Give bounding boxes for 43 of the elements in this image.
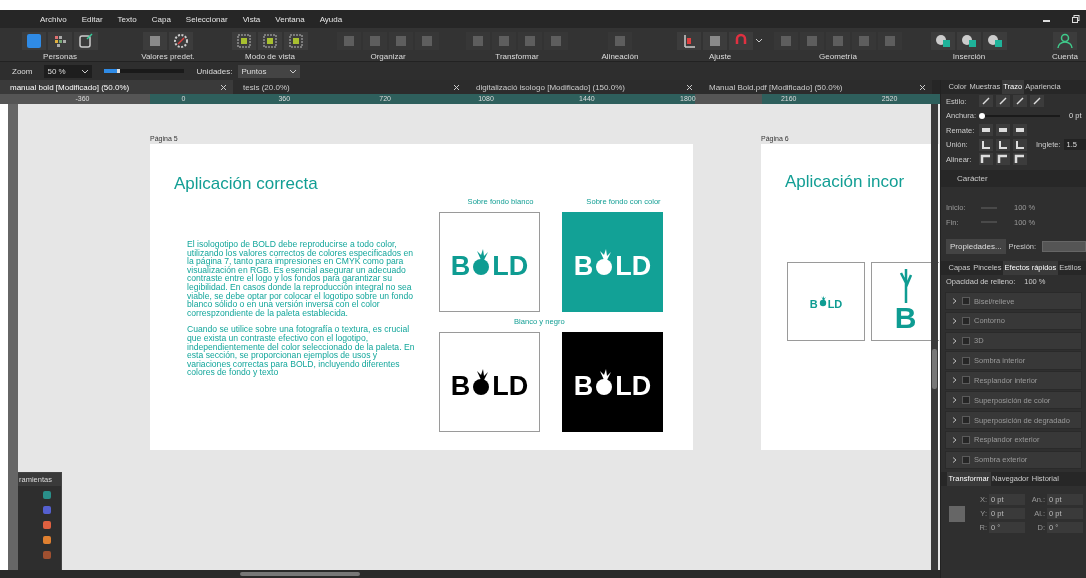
document-tab[interactable]: digitalizació isologo [Modificado] (150.0%) — [466, 80, 699, 94]
body-paragraph: El isologotipo de BOLD debe reproducirse a todo color, utilizando los valores correctos de colores especificados en la página 7, tanto para impresiones en CMYK como para visualización en RGB. Es esencial asegurar un adecuado contraste entre el logo y los fondos para garantizar su legibilidad. En casos donde la reproducción integral no sea viable, se debe optar por colocar el logotipo sobre un fondo blanco sólido o en una versión inversa con el color correspzondiente de la paleta establecida. — [187, 240, 414, 318]
toolbar-group-label: Personas — [43, 52, 77, 61]
toolbar-group-label: Geometría — [819, 52, 857, 61]
menu-item[interactable]: Ayuda — [319, 14, 343, 24]
toolbar-group-label: Ajuste — [708, 52, 732, 61]
menu-item[interactable]: Capa — [151, 14, 171, 24]
zoom-field[interactable]: 50 % — [44, 64, 93, 78]
toolbar-group-label: Modo de vista — [245, 52, 295, 61]
logo-text: LD — [615, 253, 652, 278]
toolbar-group-label: Alineación — [601, 52, 639, 61]
menu-item[interactable]: Archivo — [40, 14, 67, 24]
toolbar-group-label: Cuenta — [1052, 52, 1078, 61]
units-label: Unidades: — [196, 66, 233, 76]
properties-button[interactable]: Propiedades... — [946, 239, 1006, 255]
page-heading: Aplicación incor — [785, 172, 906, 192]
document-tab[interactable]: Manual Bold.pdf [Modificado] (50.0%) — [699, 80, 932, 94]
logo-text: B — [450, 253, 471, 278]
menu-item[interactable]: Vista — [242, 14, 261, 24]
logo-text: B — [809, 299, 818, 309]
logo-text: B — [573, 373, 594, 398]
body-paragraph: Cuando se utilice sobre una fotografía o textura, es crucial que exista un contraste efectivo con el logotipo, independientemente del color seleccionado de la paleta. En esta sección, se proporcionan ejemplos de usos y variaciones correctas para BOLD, incluyendo diferentes colores de fondo y texto — [187, 325, 416, 377]
toolbar-group-label: Valores predet. — [141, 52, 195, 61]
logo-text: LD — [492, 373, 529, 398]
logo-text: B — [450, 373, 471, 398]
document-tab[interactable]: manual bold [Modificado] (50.0%) — [0, 80, 233, 94]
menu-item[interactable]: Seleccionar — [185, 14, 228, 24]
logo-text: B — [894, 303, 917, 333]
logo-text: B — [573, 253, 594, 278]
panel-title: Carácter — [957, 173, 988, 183]
logo-text: LD — [827, 299, 843, 309]
units-dropdown[interactable]: Puntos — [238, 64, 301, 78]
toolbar-group-label: Organizar — [370, 52, 406, 61]
menu-item[interactable]: Texto — [117, 14, 137, 24]
page-heading: Aplicación correcta — [174, 174, 319, 194]
document-tab[interactable]: tesis (20.0%) — [233, 80, 466, 94]
toolbar-group-label: Transformar — [495, 52, 539, 61]
logo-text: LD — [492, 253, 529, 278]
toolbar-group-label: Inserción — [952, 52, 986, 61]
menu-item[interactable]: Ventana — [275, 14, 305, 24]
menu-item[interactable]: Editar — [81, 14, 103, 24]
logo-text: LD — [615, 373, 652, 398]
zoom-label: Zoom — [12, 66, 33, 76]
